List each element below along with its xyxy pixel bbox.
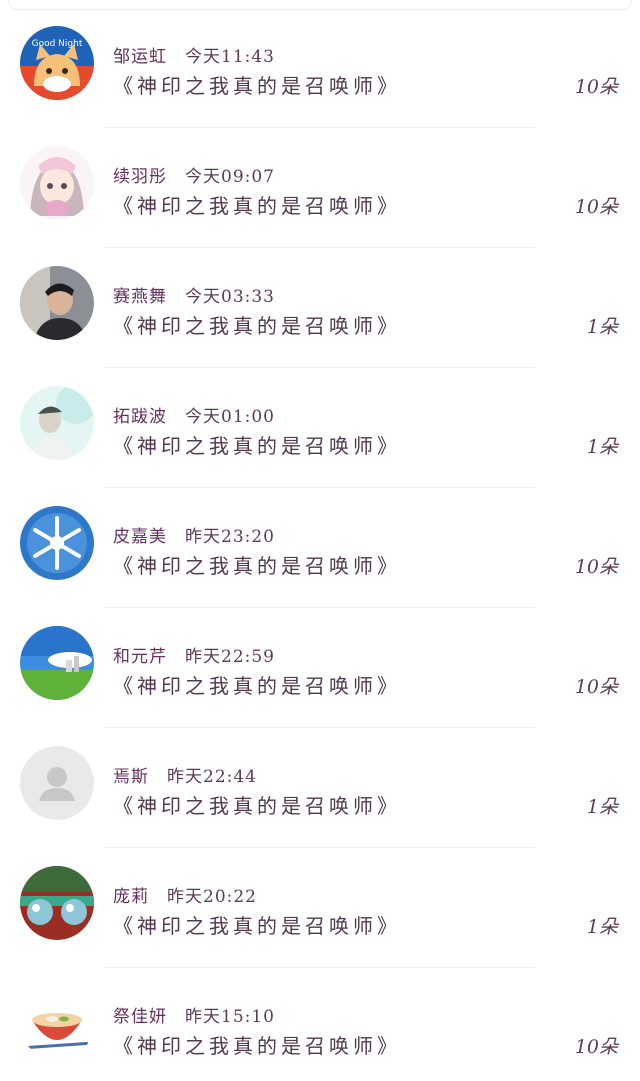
flower-count: 1朵	[586, 796, 618, 818]
avatar[interactable]	[20, 266, 94, 340]
book-title[interactable]: 《神印之我真的是召唤师》	[113, 670, 401, 699]
avatar[interactable]	[20, 986, 94, 1060]
user-name[interactable]: 和元芹	[113, 647, 167, 667]
timestamp: 今天03:33	[185, 287, 275, 307]
timestamp: 昨天15:10	[185, 1007, 275, 1027]
user-name[interactable]: 焉斯	[113, 767, 149, 787]
flower-count: 1朵	[586, 316, 618, 338]
flower-count: 10朵	[574, 1036, 618, 1058]
timestamp: 昨天22:59	[185, 647, 275, 667]
user-name[interactable]: 邹运虹	[113, 47, 167, 67]
book-title[interactable]: 《神印之我真的是召唤师》	[113, 430, 401, 459]
flower-count: 1朵	[586, 916, 618, 938]
list-item[interactable]: 续羽彤 今天09:07 《神印之我真的是召唤师》 10朵	[0, 120, 640, 248]
anime-girl-icon	[20, 146, 94, 220]
book-title[interactable]: 《神印之我真的是召唤师》	[113, 190, 401, 219]
timestamp: 昨天23:20	[185, 527, 275, 547]
default-user-icon	[20, 746, 94, 820]
flower-count: 10朵	[574, 196, 618, 218]
list-item[interactable]: 赛燕舞 今天03:33 《神印之我真的是召唤师》 1朵	[0, 240, 640, 368]
timestamp: 今天11:43	[185, 47, 275, 67]
avatar[interactable]	[20, 386, 94, 460]
book-title[interactable]: 《神印之我真的是召唤师》	[113, 310, 401, 339]
avatar[interactable]	[20, 506, 94, 580]
book-title[interactable]: 《神印之我真的是召唤师》	[113, 910, 401, 939]
list-item[interactable]: 皮嘉美 昨天23:20 《神印之我真的是召唤师》 10朵	[0, 480, 640, 608]
book-title[interactable]: 《神印之我真的是召唤师》	[113, 790, 401, 819]
book-title[interactable]: 《神印之我真的是召唤师》	[113, 550, 401, 579]
svg-text:Good Night: Good Night	[32, 39, 83, 49]
avatar[interactable]	[20, 866, 94, 940]
glass-spheres-icon	[20, 866, 94, 940]
list-item[interactable]: 拓跋波 今天01:00 《神印之我真的是召唤师》 1朵	[0, 360, 640, 488]
avatar[interactable]	[20, 146, 94, 220]
list-item[interactable]: 庞莉 昨天20:22 《神印之我真的是召唤师》 1朵	[0, 840, 640, 968]
man-photo-icon	[20, 266, 94, 340]
snowflake-icon	[20, 506, 94, 580]
timestamp: 昨天20:22	[167, 887, 257, 907]
user-name[interactable]: 祭佳妍	[113, 1007, 167, 1027]
flower-count: 10朵	[574, 676, 618, 698]
list-item[interactable]: Good Night 邹运虹 今天11:43 《神印之我真的是召唤师》 10朵	[0, 0, 640, 128]
user-name[interactable]: 续羽彤	[113, 167, 167, 187]
flower-count: 10朵	[574, 76, 618, 98]
book-title[interactable]: 《神印之我真的是召唤师》	[113, 1030, 401, 1059]
avatar[interactable]	[20, 626, 94, 700]
user-name[interactable]: 庞莉	[113, 887, 149, 907]
flower-count: 10朵	[574, 556, 618, 578]
timestamp: 今天01:00	[185, 407, 275, 427]
noodle-bowl-icon	[20, 986, 94, 1060]
cat-cartoon-icon: Good Night	[20, 26, 94, 100]
user-name[interactable]: 赛燕舞	[113, 287, 167, 307]
teal-portrait-icon	[20, 386, 94, 460]
flower-count: 1朵	[586, 436, 618, 458]
book-title[interactable]: 《神印之我真的是召唤师》	[113, 70, 401, 99]
avatar[interactable]	[20, 746, 94, 820]
list-item[interactable]: 和元芹 昨天22:59 《神印之我真的是召唤师》 10朵	[0, 600, 640, 728]
timestamp: 今天09:07	[185, 167, 275, 187]
avatar[interactable]: Good Night	[20, 26, 94, 100]
list-item[interactable]: 焉斯 昨天22:44 《神印之我真的是召唤师》 1朵	[0, 720, 640, 848]
user-name[interactable]: 皮嘉美	[113, 527, 167, 547]
landscape-icon	[20, 626, 94, 700]
list-item[interactable]: 祭佳妍 昨天15:10 《神印之我真的是召唤师》 10朵	[0, 960, 640, 1080]
user-name[interactable]: 拓跋波	[113, 407, 167, 427]
timestamp: 昨天22:44	[167, 767, 257, 787]
